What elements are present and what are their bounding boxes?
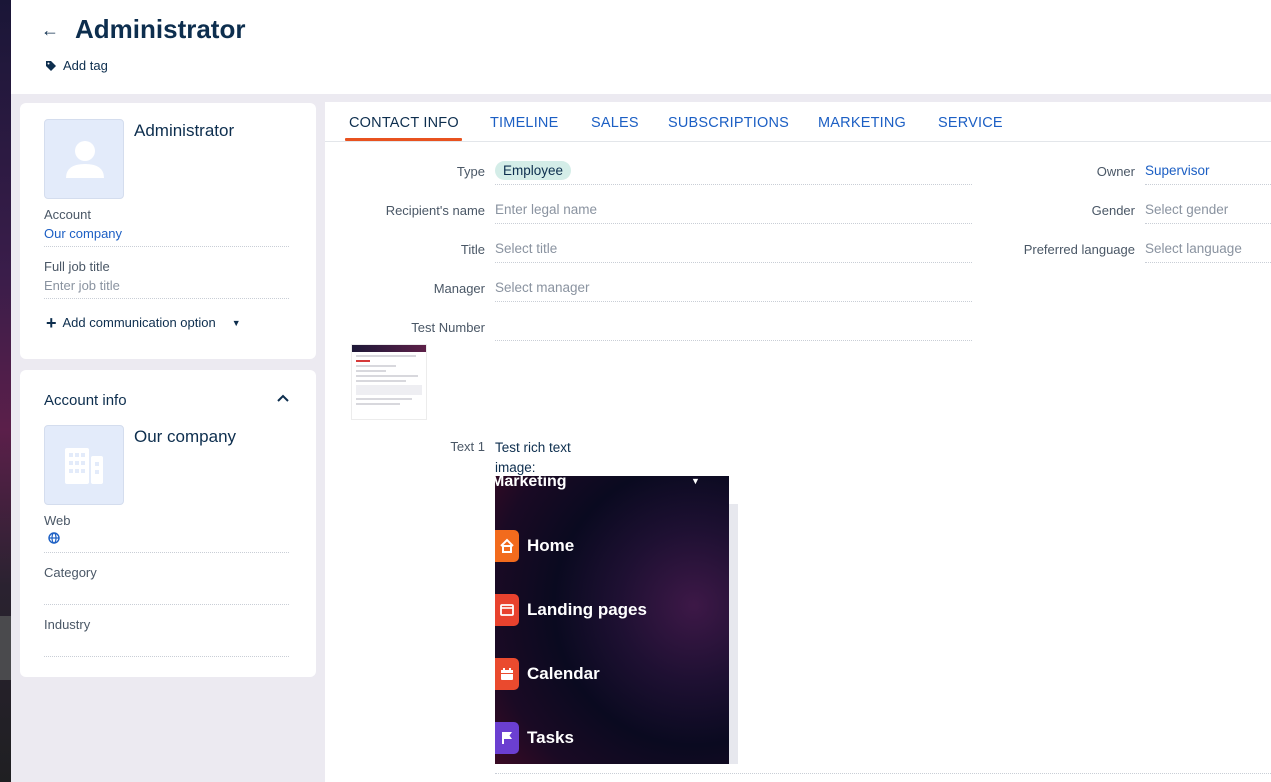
chevron-up-icon[interactable] (276, 392, 290, 406)
plus-icon: + (46, 312, 57, 333)
building-icon (65, 448, 103, 484)
rich-text-line: image: (495, 460, 536, 475)
add-communication-label: Add communication option (62, 315, 216, 330)
tab-subscriptions[interactable]: SUBSCRIPTIONS (668, 115, 789, 131)
tab-sales[interactable]: SALES (591, 115, 639, 131)
tab-contact-info[interactable]: CONTACT INFO (349, 115, 459, 131)
category-label: Category (44, 565, 97, 580)
page-title: Administrator (75, 14, 246, 44)
manager-select[interactable]: Select manager (495, 280, 590, 295)
job-title-label: Full job title (44, 259, 110, 274)
image-thumbnail[interactable] (351, 344, 427, 420)
recipient-label: Recipient's name (385, 203, 485, 218)
tab-service[interactable]: SERVICE (938, 115, 1003, 131)
menu-item-tasks: Tasks (495, 722, 574, 754)
text1-label: Text 1 (450, 439, 485, 454)
image-scrollbar[interactable] (729, 504, 738, 764)
account-label: Account (44, 207, 91, 222)
owner-link[interactable]: Supervisor (1145, 163, 1210, 178)
back-arrow-icon[interactable]: ← (41, 20, 61, 40)
divider (495, 301, 972, 302)
gender-label: Gender (1091, 203, 1135, 218)
menu-item-label: Tasks (527, 728, 574, 747)
rich-text-content[interactable]: Test rich text image: (495, 438, 571, 478)
job-title-input[interactable]: Enter job title (44, 278, 120, 293)
divider (1145, 262, 1271, 263)
divider (495, 773, 1271, 774)
account-link[interactable]: Our company (44, 226, 122, 241)
tab-timeline[interactable]: TIMELINE (490, 115, 558, 131)
gender-select[interactable]: Select gender (1145, 202, 1228, 217)
title-label: Title (460, 242, 485, 257)
account-info-card: Account info Our company Web Category In… (20, 370, 316, 677)
tab-bar: CONTACT INFO TIMELINE SALES SUBSCRIPTION… (325, 102, 1271, 142)
landing-pages-icon (495, 594, 519, 626)
rich-text-line: Test rich text (495, 440, 571, 455)
tab-marketing[interactable]: MARKETING (818, 115, 906, 131)
person-icon (66, 141, 104, 178)
left-edge-panel (0, 0, 11, 782)
divider (1145, 223, 1271, 224)
divider (1145, 184, 1271, 185)
type-label: Type (456, 164, 485, 179)
divider (495, 262, 972, 263)
page-header: ← Administrator Add tag (11, 0, 1271, 94)
flag-icon (495, 722, 519, 754)
add-tag-label: Add tag (63, 58, 108, 73)
owner-label: Owner (1096, 164, 1135, 179)
chevron-down-icon: ▼ (231, 317, 241, 328)
language-select[interactable]: Select language (1145, 241, 1242, 256)
divider (495, 184, 972, 185)
embedded-menu-image: Marketing ▼ Home Landing pages Calendar … (495, 476, 729, 764)
category-field[interactable] (44, 604, 289, 605)
contact-name: Administrator (134, 121, 235, 140)
chevron-down-icon: ▼ (691, 476, 700, 486)
language-label: Preferred language (1023, 242, 1135, 257)
add-communication-button[interactable]: + Add communication option ▼ (46, 312, 241, 333)
main-panel: CONTACT INFO TIMELINE SALES SUBSCRIPTION… (325, 102, 1271, 782)
contact-avatar[interactable] (44, 119, 124, 199)
globe-icon[interactable] (48, 532, 60, 544)
recipient-input[interactable]: Enter legal name (495, 202, 597, 217)
test-number-input[interactable] (495, 340, 972, 341)
menu-header: Marketing (495, 476, 567, 490)
account-info-title: Account info (44, 392, 127, 409)
test-number-label: Test Number (411, 320, 485, 335)
calendar-icon (495, 658, 519, 690)
menu-item-landing-pages: Landing pages (495, 594, 647, 626)
add-tag-button[interactable]: Add tag (45, 58, 108, 73)
left-edge-band (0, 616, 11, 680)
industry-label: Industry (44, 617, 91, 632)
divider (44, 246, 289, 247)
divider (495, 223, 972, 224)
account-avatar[interactable] (44, 425, 124, 505)
account-name: Our company (134, 427, 237, 446)
menu-item-calendar: Calendar (495, 658, 600, 690)
menu-item-label: Calendar (527, 664, 600, 683)
industry-field[interactable] (44, 656, 289, 657)
tag-icon (46, 60, 56, 71)
divider (44, 552, 289, 553)
menu-item-label: Landing pages (527, 600, 647, 619)
type-badge[interactable]: Employee (495, 161, 572, 180)
home-icon (495, 530, 519, 562)
menu-item-label: Home (527, 536, 575, 555)
menu-item-home: Home (495, 530, 574, 562)
manager-label: Manager (433, 281, 485, 296)
divider (44, 298, 289, 299)
active-tab-indicator (345, 138, 462, 141)
web-label: Web (44, 513, 71, 528)
title-select[interactable]: Select title (495, 241, 557, 256)
contact-card: Administrator Account Our company Full j… (20, 103, 316, 359)
